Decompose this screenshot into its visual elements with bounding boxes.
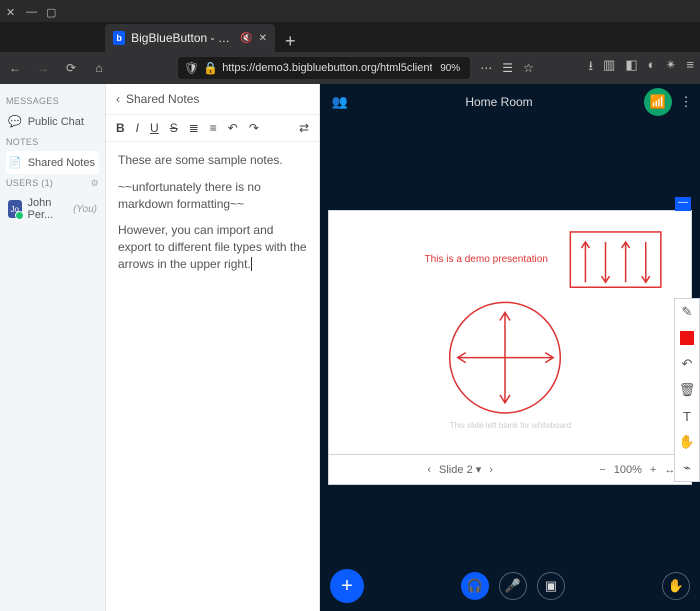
notes-icon: 📄	[8, 156, 22, 169]
microphone-button[interactable]: 🎤	[499, 572, 527, 600]
undo-button[interactable]: ↶	[228, 121, 238, 135]
url-input[interactable]	[222, 62, 432, 74]
public-chat-label: Public Chat	[28, 116, 84, 128]
zoom-level: 100%	[614, 464, 642, 476]
library-icon[interactable]: ▥	[603, 57, 615, 79]
gear-icon[interactable]: ⚙	[91, 178, 99, 189]
window-maximize-icon[interactable]: ▢	[46, 6, 56, 16]
minimize-presentation-button[interactable]: —	[675, 197, 691, 211]
home-button[interactable]: ⌂	[90, 61, 108, 75]
bold-button[interactable]: B	[116, 121, 125, 135]
notes-paragraph: These are some sample notes.	[118, 152, 307, 169]
shared-notes-label: Shared Notes	[28, 157, 95, 169]
next-slide-button[interactable]: ›	[489, 464, 493, 476]
editor-toolbar: B I U S ≣ ≡ ↶ ↷ ⇄	[106, 115, 319, 142]
user-row[interactable]: Jo John Per... (You)	[6, 192, 99, 226]
reader-icon[interactable]: ☰	[502, 61, 513, 75]
whiteboard-toolbar: ✎ ↶ 🗑 T ✋ ⌁	[674, 298, 700, 482]
raise-hand-button[interactable]: ✋	[662, 572, 690, 600]
import-export-button[interactable]: ⇄	[299, 121, 309, 135]
shared-notes-panel: ‹ Shared Notes B I U S ≣ ≡ ↶ ↷ ⇄ These a…	[105, 84, 320, 611]
browser-tab[interactable]: b BigBlueButton - Home 🔇 ✕	[105, 24, 275, 52]
forward-button[interactable]: →	[34, 61, 52, 75]
trash-tool[interactable]: 🗑	[675, 377, 699, 403]
share-screen-button[interactable]: ▣	[537, 572, 565, 600]
zoom-in-button[interactable]: +	[650, 464, 656, 476]
users-header: USERS (1) ⚙	[6, 178, 99, 188]
zoom-out-button[interactable]: −	[599, 464, 605, 476]
sidebar-icon[interactable]: ◧	[625, 57, 637, 79]
avatar: Jo	[8, 200, 22, 218]
bookmark-star-icon[interactable]: ☆	[523, 61, 534, 75]
window-minimize-icon[interactable]: —	[26, 6, 36, 16]
address-bar[interactable]: 🛡 🔒 90%	[178, 57, 470, 79]
user-list-toggle[interactable]: 👥	[326, 88, 354, 116]
site-info-icon[interactable]: ⋯	[480, 61, 492, 75]
notes-editor[interactable]: These are some sample notes. ~~unfortuna…	[106, 142, 319, 293]
favicon-icon: b	[113, 31, 125, 45]
redo-button[interactable]: ↷	[249, 121, 259, 135]
messages-header: MESSAGES	[6, 96, 99, 106]
unordered-list-button[interactable]: ≡	[210, 121, 217, 135]
chat-icon: 💬	[8, 115, 22, 128]
slide-controls: ‹ Slide 2 ▾ › − 100% + ↔ ⛶	[328, 455, 692, 485]
audio-button[interactable]: 🎧	[461, 572, 489, 600]
audio-muted-icon[interactable]: 🔇	[240, 33, 252, 44]
room-title: Home Room	[465, 95, 532, 109]
users-header-label: USERS (1)	[6, 178, 53, 188]
italic-button[interactable]: I	[136, 121, 139, 135]
shield-icon[interactable]: 🛡	[184, 61, 199, 75]
devtools-icon[interactable]: ✴	[666, 57, 677, 79]
sidebar-item-public-chat[interactable]: 💬 Public Chat	[6, 110, 99, 133]
lock-icon: 🔒	[203, 61, 218, 75]
extension-icon[interactable]: ◐	[648, 57, 656, 79]
presentation-stage: 👥 Home Room 📶 ⋮ — This is a demo present…	[320, 84, 700, 611]
downloads-icon[interactable]: ⭳	[588, 57, 593, 79]
reload-button[interactable]: ⟳	[62, 61, 80, 75]
slide-title-text: This is a demo presentation	[425, 254, 548, 265]
notes-paragraph: ~~unfortunately there is no markdown for…	[118, 179, 307, 213]
pencil-tool[interactable]: ✎	[675, 299, 699, 325]
notes-header: NOTES	[6, 137, 99, 147]
close-tab-icon[interactable]: ✕	[259, 33, 267, 44]
text-tool[interactable]: T	[675, 403, 699, 429]
menu-icon[interactable]: ≡	[686, 57, 694, 79]
panel-title: Shared Notes	[126, 92, 199, 106]
you-label: (You)	[73, 204, 97, 215]
action-bar: + 🎧 🎤 ▣ ✋	[320, 569, 700, 603]
window-close-icon[interactable]: ✕	[6, 6, 16, 16]
undo-tool[interactable]: ↶	[675, 351, 699, 377]
pan-tool[interactable]: ✋	[675, 429, 699, 455]
back-icon[interactable]: ‹	[116, 92, 120, 106]
user-name: John Per...	[28, 197, 68, 221]
ordered-list-button[interactable]: ≣	[189, 121, 199, 135]
zoom-badge[interactable]: 90%	[436, 62, 464, 75]
options-menu-button[interactable]: ⋮	[672, 88, 700, 116]
strike-button[interactable]: S	[170, 121, 178, 135]
line-tool[interactable]: ⌁	[675, 455, 699, 481]
presentation-slide[interactable]: — This is a demo presentation This slide…	[328, 210, 692, 455]
actions-plus-button[interactable]: +	[330, 569, 364, 603]
slide-select[interactable]: Slide 2 ▾	[439, 463, 481, 476]
connection-status-icon[interactable]: 📶	[644, 88, 672, 116]
whiteboard-canvas[interactable]: This is a demo presentation This slide l…	[329, 211, 691, 454]
tab-title: BigBlueButton - Home	[131, 31, 234, 45]
notes-paragraph: However, you can import and export to di…	[118, 222, 307, 272]
prev-slide-button[interactable]: ‹	[427, 464, 431, 476]
slide-footer-text: This slide left blank for whiteboard	[450, 421, 571, 430]
underline-button[interactable]: U	[150, 121, 159, 135]
color-swatch[interactable]	[675, 325, 699, 351]
new-tab-button[interactable]: +	[275, 31, 306, 52]
user-sidebar: MESSAGES 💬 Public Chat NOTES 📄 Shared No…	[0, 84, 105, 611]
sidebar-item-shared-notes[interactable]: 📄 Shared Notes	[6, 151, 99, 174]
back-button[interactable]: ←	[6, 61, 24, 75]
